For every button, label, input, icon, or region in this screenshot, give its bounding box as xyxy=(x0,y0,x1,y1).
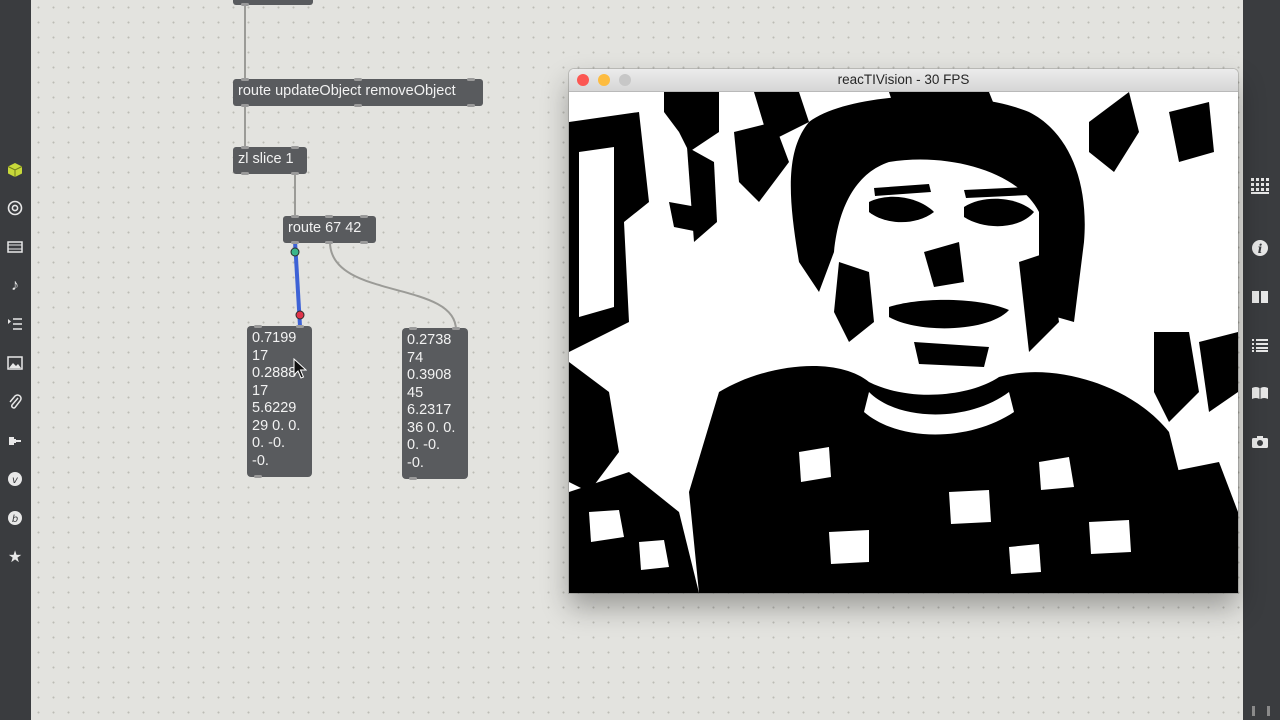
mouse-cursor-icon xyxy=(293,358,307,379)
outlet[interactable] xyxy=(467,104,475,107)
inlet[interactable] xyxy=(291,215,299,218)
inlet[interactable] xyxy=(241,78,249,81)
object-route-update[interactable]: route updateObject removeObject xyxy=(233,78,483,107)
outlet[interactable] xyxy=(291,241,299,244)
inlet[interactable] xyxy=(452,327,460,330)
message-line: 17 xyxy=(252,382,269,399)
message-line: 0.7199 xyxy=(252,330,297,346)
outlet[interactable] xyxy=(241,3,249,6)
message-line: 0. -0. xyxy=(252,435,286,451)
inlet[interactable] xyxy=(296,325,304,328)
outlet[interactable] xyxy=(325,241,333,244)
object-zl-slice[interactable]: zl slice 1 xyxy=(233,146,307,175)
inlet[interactable] xyxy=(467,78,475,81)
window-titlebar[interactable]: reacTIVision - 30 FPS xyxy=(569,69,1238,92)
cord-handle-start[interactable] xyxy=(290,247,300,257)
cord-route-to-right-msg[interactable] xyxy=(329,241,457,331)
outlet[interactable] xyxy=(254,475,262,478)
object-top-partial[interactable] xyxy=(233,0,313,6)
message-box-right[interactable]: 0.2738 74 0.3908 45 6.2317 36 0. 0. 0. -… xyxy=(402,327,468,480)
inlet[interactable] xyxy=(354,78,362,81)
object-label: route updateObject removeObject xyxy=(238,83,456,99)
outlet[interactable] xyxy=(291,172,299,175)
message-line: 0.3908 xyxy=(407,367,452,383)
inlet[interactable] xyxy=(241,146,249,149)
message-line: 36 0. 0. xyxy=(407,419,456,436)
outlet[interactable] xyxy=(241,172,249,175)
inlet[interactable] xyxy=(291,146,299,149)
message-line: 5.6229 xyxy=(252,400,297,416)
message-line: -0. xyxy=(252,452,269,469)
message-line: 0.2738 xyxy=(407,332,452,348)
outlet[interactable] xyxy=(409,477,417,480)
reactivision-window[interactable]: reacTIVision - 30 FPS xyxy=(569,69,1238,593)
message-line: 6.2317 xyxy=(407,402,452,418)
outlet[interactable] xyxy=(354,104,362,107)
message-line: 74 xyxy=(407,349,424,366)
inlet[interactable] xyxy=(325,215,333,218)
message-box-left[interactable]: 0.7199 17 0.2888 17 5.6229 29 0. 0. 0. -… xyxy=(247,325,312,478)
object-label: zl slice 1 xyxy=(238,151,294,167)
cord-handle-end[interactable] xyxy=(295,310,305,320)
object-label: route 67 42 xyxy=(288,220,362,236)
message-line: -0. xyxy=(407,454,424,471)
message-line: 0. -0. xyxy=(407,437,441,453)
inlet[interactable] xyxy=(409,327,417,330)
inlet[interactable] xyxy=(254,325,262,328)
object-route-67-42[interactable]: route 67 42 xyxy=(283,215,376,244)
outlet[interactable] xyxy=(241,104,249,107)
inlet[interactable] xyxy=(360,215,368,218)
window-title: reacTIVision - 30 FPS xyxy=(837,72,970,87)
camera-threshold-image xyxy=(569,92,1238,593)
message-line: 29 0. 0. xyxy=(252,417,301,434)
message-line: 45 xyxy=(407,384,424,401)
outlet[interactable] xyxy=(360,241,368,244)
